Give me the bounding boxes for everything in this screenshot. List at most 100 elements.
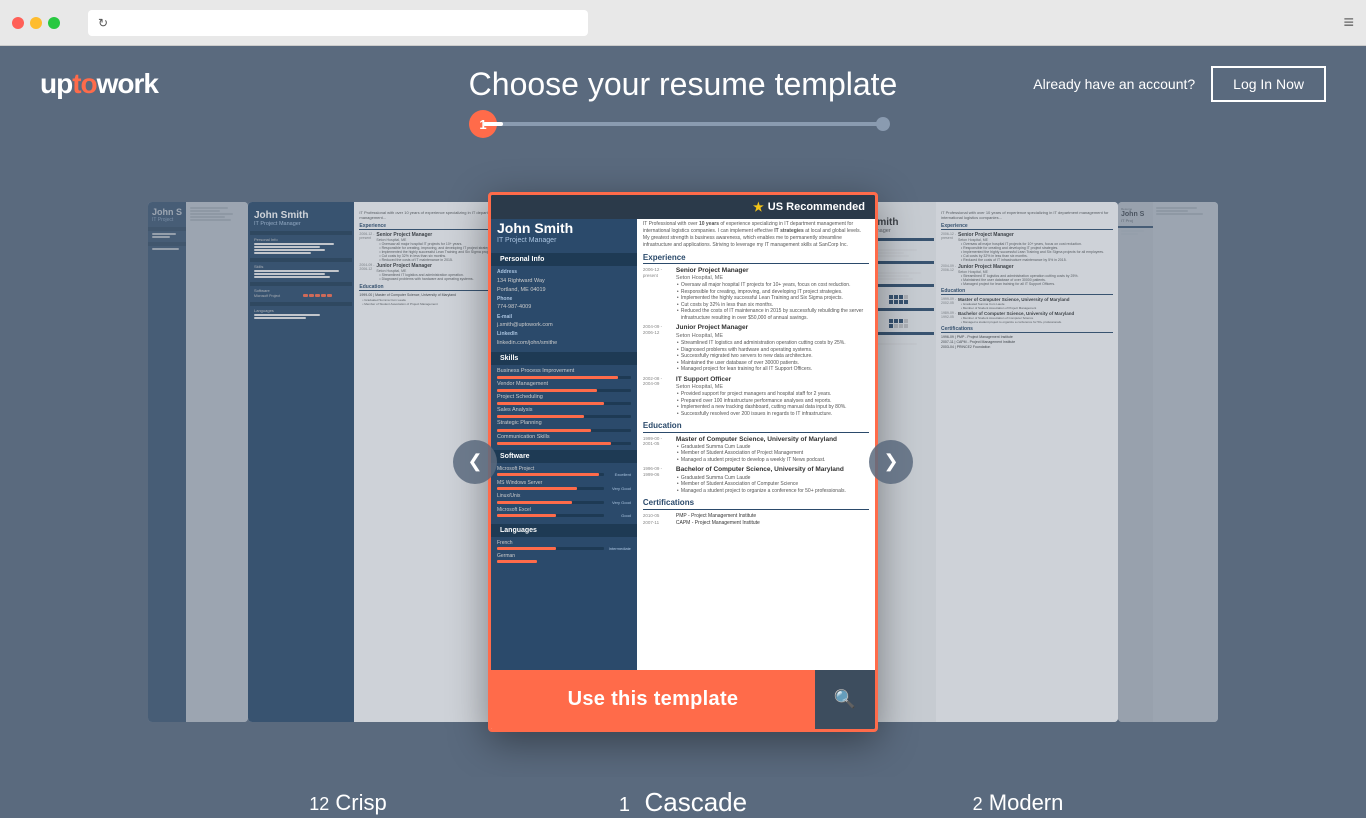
crisp-label: 12 Crisp — [208, 790, 488, 816]
center-card-actions: Use this template 🔍 — [491, 670, 875, 729]
left-skill-2 — [254, 273, 325, 275]
resume-job-title: IT Project Manager — [497, 236, 631, 245]
far-left-template-card[interactable]: John S IT Project — [148, 202, 248, 722]
far-left-right-line-2 — [190, 210, 220, 212]
left-line-2 — [254, 246, 320, 248]
logo: uptowork — [40, 68, 158, 100]
address-label: Address — [497, 269, 631, 276]
far-right-left: Resume John S IT Proj — [1118, 202, 1153, 722]
far-right-name: John S — [1121, 211, 1150, 218]
far-left-section-2 — [148, 242, 186, 246]
address-city: Portland, ME 04019 — [497, 287, 631, 294]
progress-end-dot — [876, 117, 890, 131]
linkedin-value: linkedin.com/john/smithe — [497, 340, 631, 347]
left-title: IT Project Manager — [254, 221, 348, 227]
email-label: E-mail — [497, 314, 631, 321]
modern-name: Modern — [989, 790, 1064, 815]
right-edu-2: 1989-09 -1992-05 Bachelor of Computer Sc… — [941, 311, 1113, 324]
left-line-3 — [254, 249, 325, 251]
zoom-icon: 🔍 — [834, 689, 856, 710]
right-cert-3: 2003-04 | PRINCE2 Foundation — [941, 345, 1113, 349]
resume-summary: IT Professional with over 10 years of ex… — [643, 221, 869, 249]
template-labels: 12 Crisp 1 Cascade 2 Modern — [0, 777, 1366, 818]
address-bar[interactable]: ↻ — [88, 10, 588, 36]
prev-template-button[interactable]: ❮ — [453, 440, 497, 484]
modern-label: 2 Modern — [878, 790, 1158, 816]
far-left-resume-preview: John S IT Project — [148, 202, 248, 722]
left-lang-label: Languages — [254, 308, 348, 313]
far-left-line-2 — [152, 236, 170, 238]
certifications-header: Certifications — [643, 498, 869, 509]
left-software-label: Software — [254, 288, 348, 293]
close-dot[interactable] — [12, 17, 24, 29]
edu-item-1: 1999-00 -2001-05 Master of Computer Scie… — [643, 436, 869, 464]
zoom-button[interactable]: 🔍 — [815, 670, 875, 729]
left-skill-3 — [254, 276, 330, 278]
browser-menu-icon[interactable]: ≡ — [1343, 12, 1354, 33]
software-3: Linux/Unix Very Good — [497, 493, 631, 505]
far-left-right-line-5 — [190, 219, 231, 221]
left-skills-label: Skills — [254, 264, 348, 269]
far-left-resume-left: John S IT Project — [148, 202, 186, 722]
skill-3: Project Scheduling — [497, 394, 631, 405]
cascade-label: 1 Cascade — [488, 787, 878, 818]
crisp-number: 12 — [309, 794, 329, 814]
far-right-resume-preview: Resume John S IT Proj — [1118, 202, 1218, 722]
minimize-dot[interactable] — [30, 17, 42, 29]
next-template-button[interactable]: ❯ — [869, 440, 913, 484]
left-line-1 — [254, 243, 334, 245]
right-cert-2: 2007-11 | CAPM - Project Management Inst… — [941, 340, 1113, 344]
login-button[interactable]: Log In Now — [1211, 66, 1326, 102]
main-content: uptowork Choose your resume template Alr… — [0, 46, 1366, 818]
far-left-resume-right — [186, 202, 248, 722]
right-exp-1: 2006-12 -present Senior Project Manager … — [941, 232, 1113, 262]
star-icon: ★ — [753, 200, 764, 214]
right-cert-1: 1996-09 | PMP - Project Management Insti… — [941, 335, 1113, 339]
skill-4: Sales Analysis — [497, 407, 631, 418]
skill-6: Communication Skills — [497, 434, 631, 445]
far-right-right — [1153, 202, 1218, 722]
exp-item-2: 2004-09 -2006-12 Junior Project Manager … — [643, 324, 869, 372]
center-template-card: ★ US Recommended John Smith IT Project M… — [488, 192, 878, 732]
logo-work: work — [97, 68, 158, 99]
left-lang-1 — [254, 314, 320, 316]
progress-section: 1 — [483, 122, 883, 126]
far-left-right-line-3 — [190, 213, 233, 215]
right-edu-header: Education — [941, 288, 1113, 295]
right-exp-header: Experience — [941, 223, 1113, 230]
personal-info-header: Personal Info — [491, 253, 637, 266]
skill-2: Vendor Management — [497, 381, 631, 392]
maximize-dot[interactable] — [48, 17, 60, 29]
right-exp-2: 2004-09 -2006-12 Junior Project Manager … — [941, 264, 1113, 286]
left-sw-1: Microsoft Project — [254, 294, 348, 298]
left-lang-2 — [254, 317, 306, 319]
far-left-name: John S — [152, 207, 182, 217]
left-skills-section — [250, 258, 352, 262]
far-left-title: IT Project — [152, 217, 182, 223]
cert-2: 2007-11 CAPM - Project Management Instit… — [643, 520, 869, 527]
resume-name: John Smith — [497, 221, 631, 236]
modern-number: 2 — [973, 794, 983, 814]
right-edu-1: 1999-09 -2002-05 Master of Computer Scie… — [941, 297, 1113, 310]
logo-text: up — [40, 68, 72, 99]
left-line-4 — [254, 252, 311, 254]
progress-track — [483, 122, 883, 126]
exp-item-3: 2002-08 -2004-09 IT Support Officer Seto… — [643, 376, 869, 418]
address-value: 134 Rightward Way — [497, 278, 631, 285]
carousel-area: John S IT Project — [0, 146, 1366, 777]
logo-accent: to — [72, 68, 96, 99]
software-header: Software — [491, 450, 637, 463]
lang-1-bar: Intermediate — [497, 546, 631, 551]
header: uptowork Choose your resume template Alr… — [0, 46, 1366, 102]
exp-item-1: 2006-12 -present Senior Project Manager … — [643, 267, 869, 322]
resume-right-column: IT Professional with over 10 years of ex… — [637, 213, 875, 673]
left-personal-section — [250, 231, 352, 235]
cascade-name: Cascade — [644, 787, 747, 817]
skill-1: Business Process Improvement — [497, 368, 631, 379]
far-left-line-3 — [152, 248, 179, 250]
resume-left-column: John Smith IT Project Manager Personal I… — [491, 213, 637, 673]
far-right-template-card[interactable]: Resume John S IT Proj — [1118, 202, 1218, 722]
software-4: Microsoft Excel Good — [497, 507, 631, 519]
browser-dots — [12, 17, 60, 29]
use-template-button[interactable]: Use this template — [491, 670, 815, 729]
